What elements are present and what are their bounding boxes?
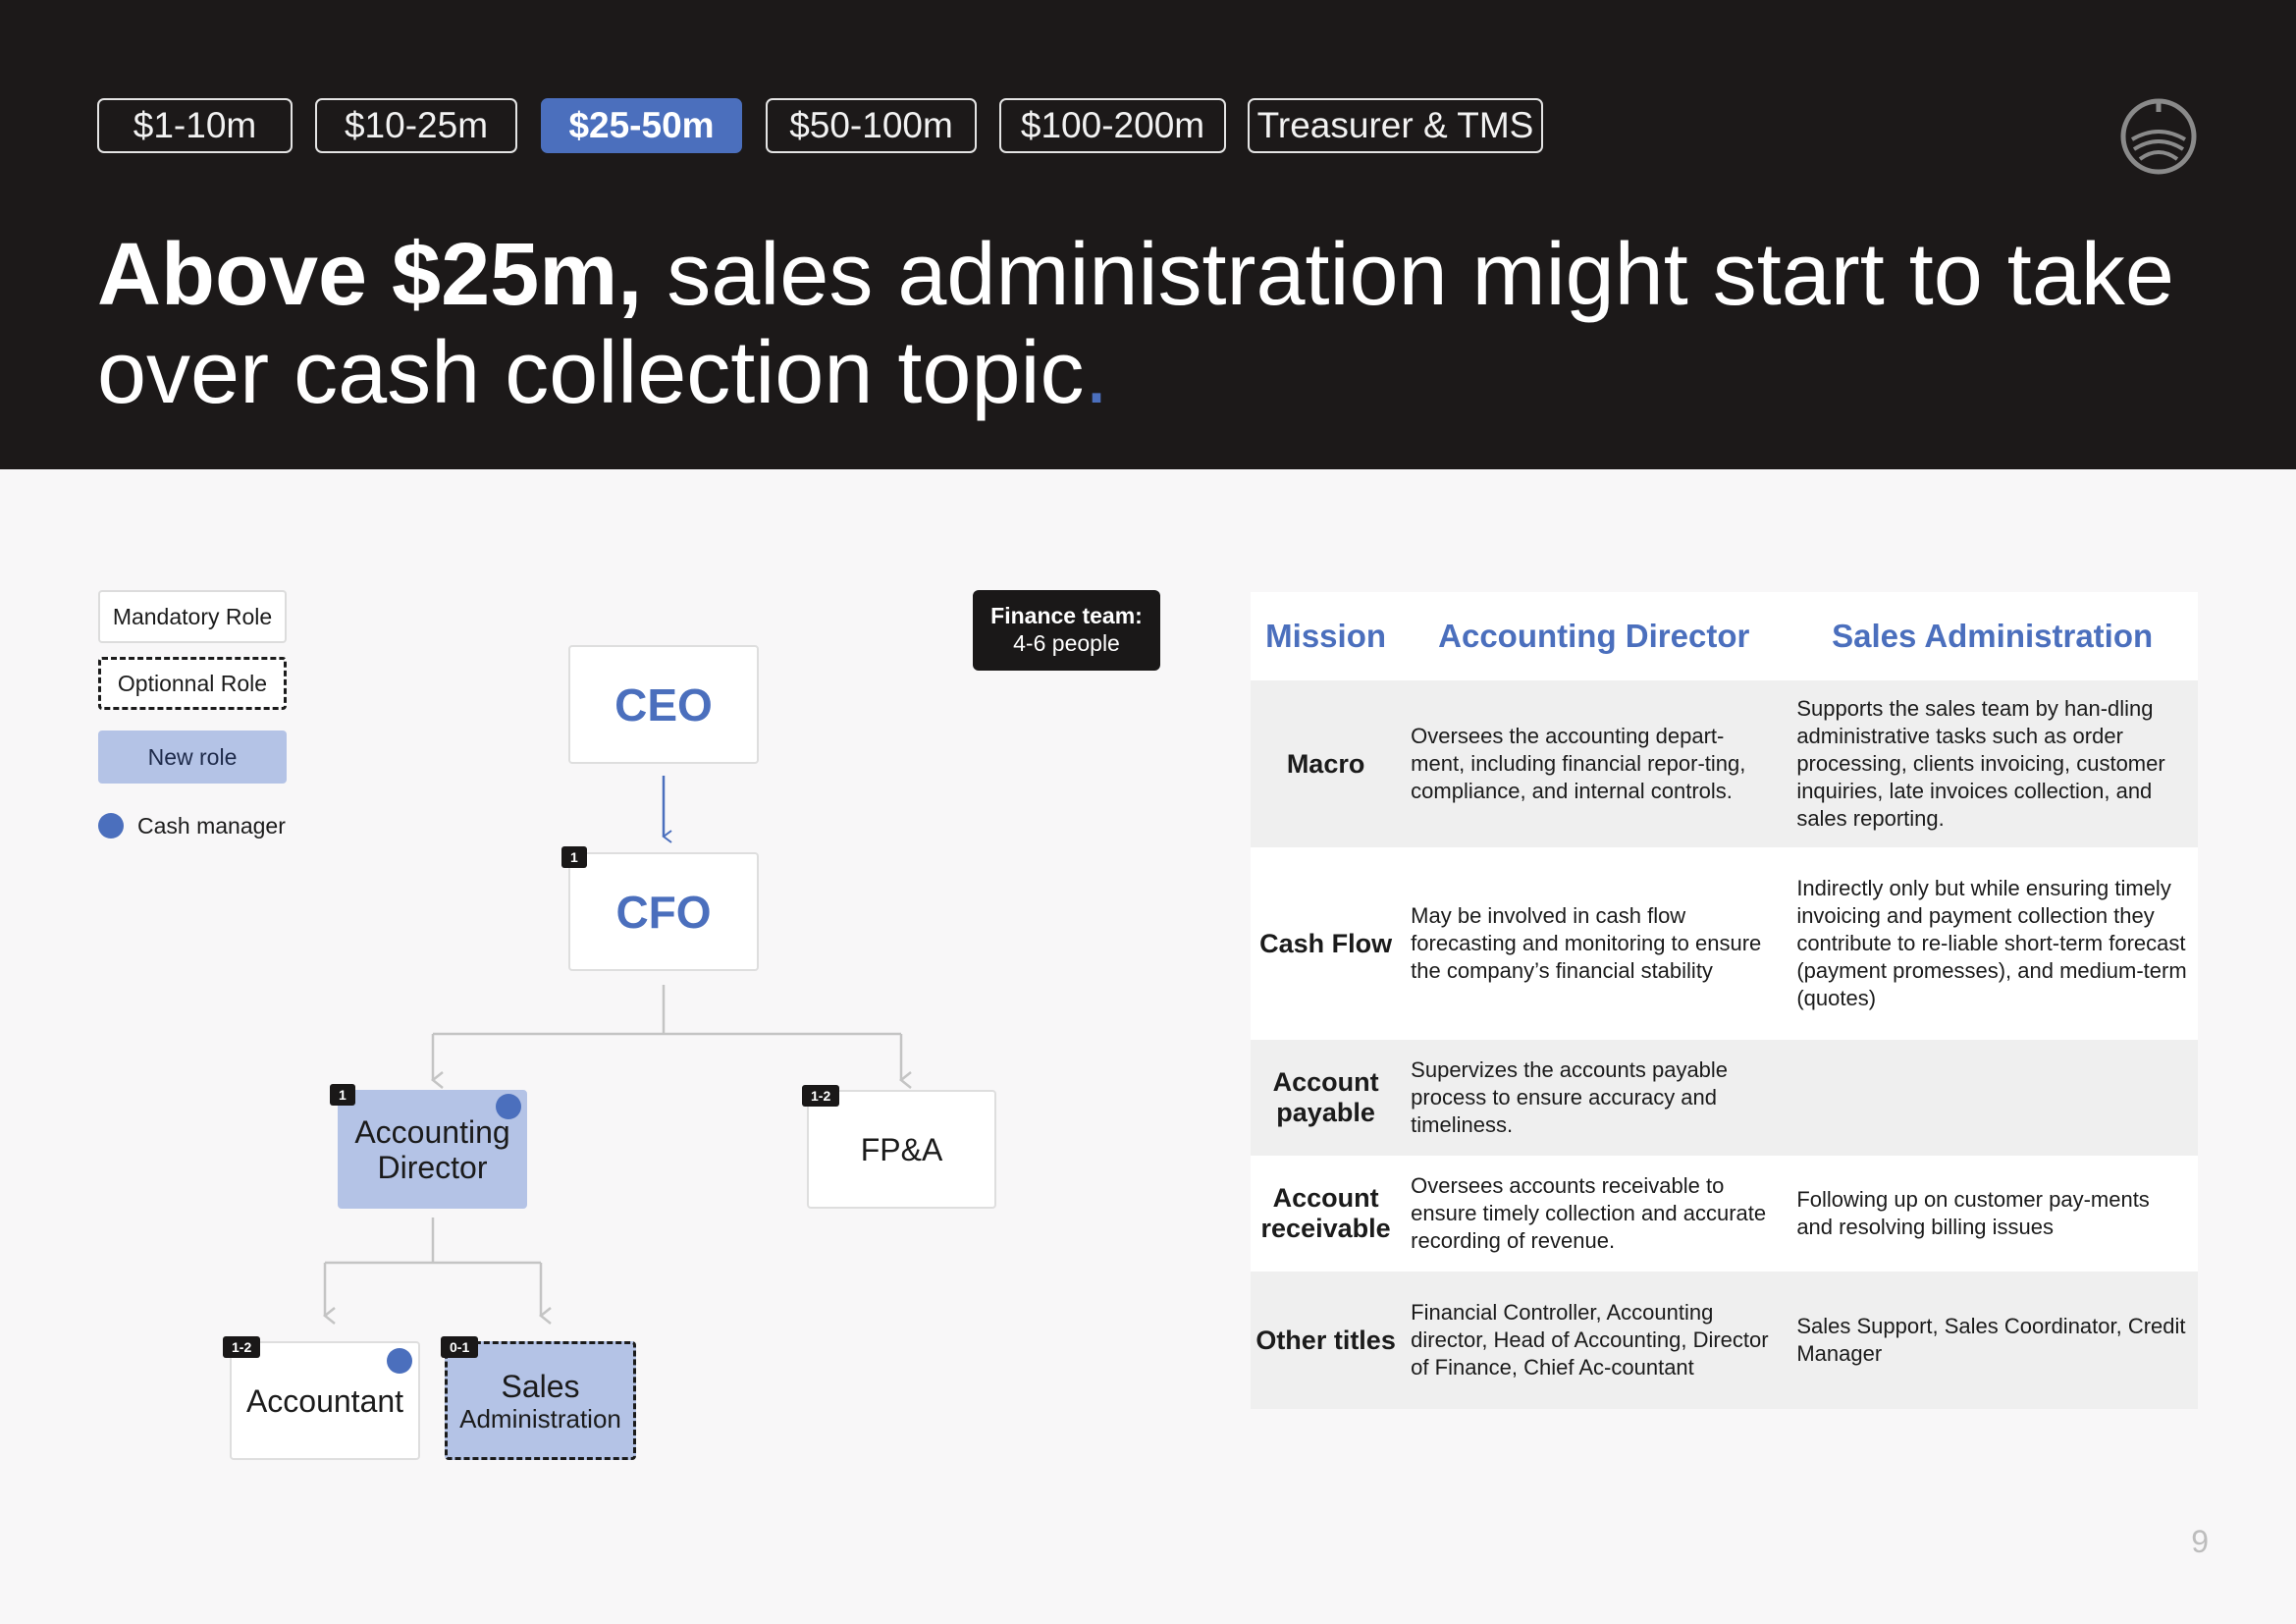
row-head-account-payable: Account payable — [1251, 1040, 1401, 1156]
cell-sales-administration: Supports the sales team by han-dling adm… — [1787, 680, 2198, 847]
cell-sales-administration: Following up on customer pay-ments and r… — [1787, 1156, 2198, 1272]
header-mission: Mission — [1251, 592, 1401, 680]
accountant-label: Accountant — [246, 1383, 403, 1419]
sales-admin-label-line1: Sales — [501, 1369, 579, 1404]
header-accounting-director: Accounting Director — [1401, 592, 1787, 680]
cell-sales-administration — [1787, 1040, 2198, 1156]
accounting-director-headcount-badge: 1 — [330, 1084, 355, 1106]
table-row: Other titles Financial Controller, Accou… — [1251, 1272, 2198, 1409]
node-cfo: CFO — [568, 852, 759, 971]
cfo-headcount-badge: 1 — [561, 846, 587, 868]
cell-sales-administration: Sales Support, Sales Coordinator, Credit… — [1787, 1272, 2198, 1409]
table-row: Account payable Supervizes the accounts … — [1251, 1040, 2198, 1156]
cell-accounting-director: Oversees accounts receivable to ensure t… — [1401, 1156, 1787, 1272]
fpa-headcount-badge: 1-2 — [802, 1085, 839, 1107]
cfo-branch-connector — [433, 985, 901, 1080]
accountant-cash-dot-icon — [387, 1348, 412, 1374]
node-fpa: FP&A — [807, 1090, 996, 1209]
table-row: Macro Oversees the accounting depart-men… — [1251, 680, 2198, 847]
cell-accounting-director: Financial Controller, Accounting directo… — [1401, 1272, 1787, 1409]
sales-admin-label-line2: Administration — [459, 1404, 621, 1434]
cell-accounting-director: May be involved in cash flow forecasting… — [1401, 847, 1787, 1040]
cfo-label: CFO — [615, 894, 711, 930]
row-head-account-receivable: Account receivable — [1251, 1156, 1401, 1272]
header-sales-administration: Sales Administration — [1787, 592, 2198, 680]
cell-accounting-director: Supervizes the accounts payable process … — [1401, 1040, 1787, 1156]
row-head-cash-flow: Cash Flow — [1251, 847, 1401, 1040]
table-row: Account receivable Oversees accounts rec… — [1251, 1156, 2198, 1272]
row-head-macro: Macro — [1251, 680, 1401, 847]
mission-table: Mission Accounting Director Sales Admini… — [1251, 592, 2198, 1409]
row-head-other-titles: Other titles — [1251, 1272, 1401, 1409]
node-ceo: CEO — [568, 645, 759, 764]
accounting-branch-connector — [325, 1218, 541, 1316]
page-number: 9 — [2169, 1524, 2209, 1560]
cell-sales-administration: Indirectly only but while ensuring timel… — [1787, 847, 2198, 1040]
cell-accounting-director: Oversees the accounting depart-ment, inc… — [1401, 680, 1787, 847]
ceo-label: CEO — [614, 687, 713, 723]
table-header-row: Mission Accounting Director Sales Admini… — [1251, 592, 2198, 680]
accounting-director-cash-dot-icon — [496, 1094, 521, 1119]
sales-admin-headcount-badge: 0-1 — [441, 1336, 478, 1358]
fpa-label: FP&A — [861, 1132, 943, 1167]
accounting-director-label: Accounting Director — [349, 1114, 516, 1185]
node-sales-administration: Sales Administration — [445, 1341, 636, 1460]
accountant-headcount-badge: 1-2 — [223, 1336, 260, 1358]
table-row: Cash Flow May be involved in cash flow f… — [1251, 847, 2198, 1040]
